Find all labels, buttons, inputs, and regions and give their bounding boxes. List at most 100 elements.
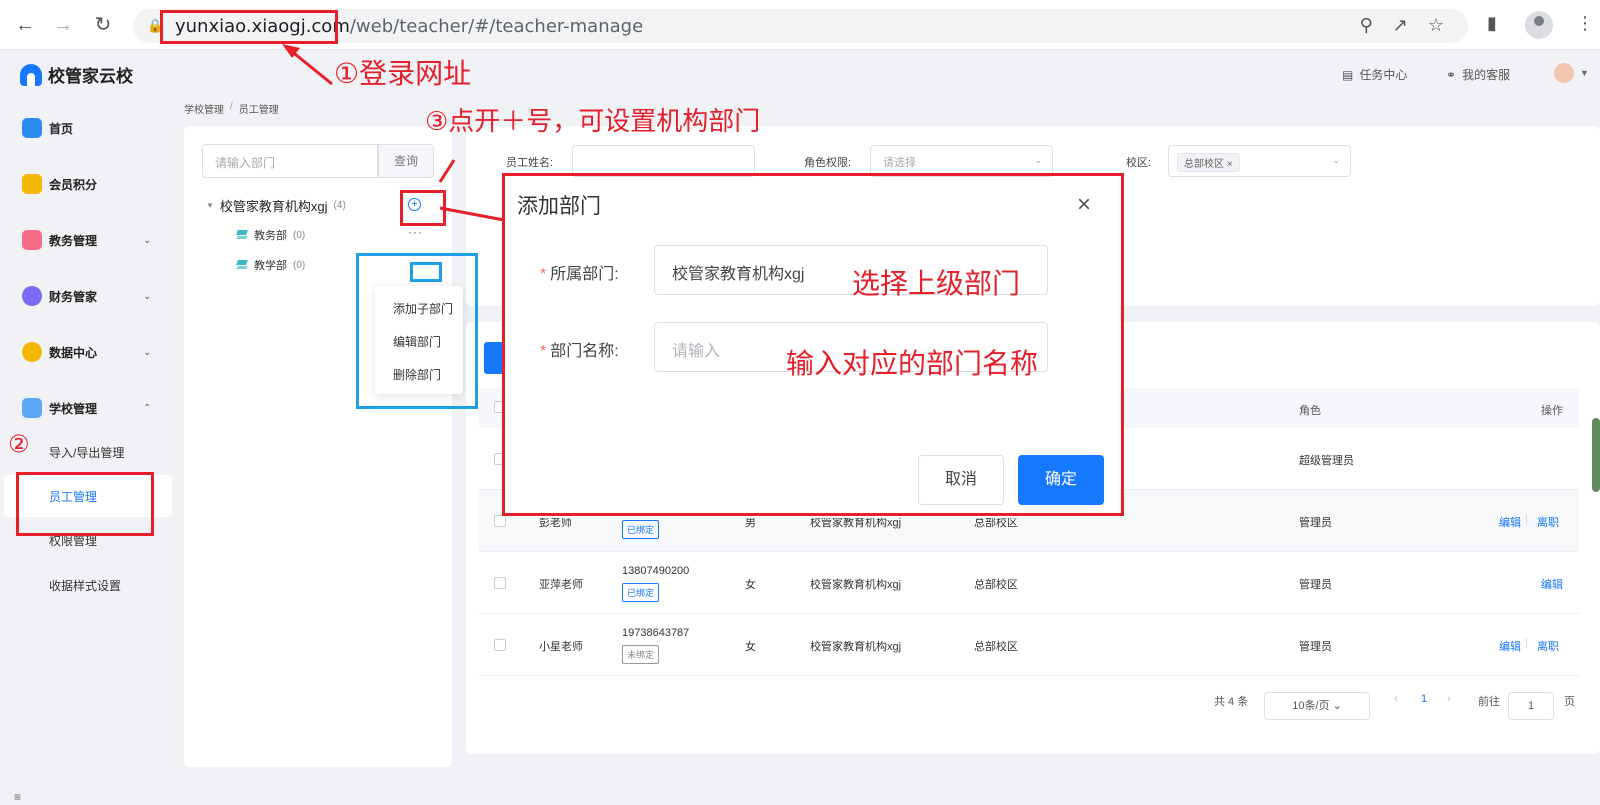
more-horizontal-icon[interactable]: ··· xyxy=(408,225,423,239)
cell-org: 校管家教育机构xgj xyxy=(810,579,902,591)
chevron-down-icon: ⌄ xyxy=(143,234,152,246)
sidebar-item-finance[interactable]: 财务管家 ⌄ xyxy=(0,276,175,316)
link-separator: | xyxy=(1525,638,1528,649)
page-number-current[interactable]: 1 xyxy=(1421,693,1427,705)
sidebar-item-school[interactable]: 学校管理 ⌃ xyxy=(0,388,175,428)
sidepanel-icon[interactable]: ▮ xyxy=(1487,13,1497,34)
sidebar-item-points[interactable]: 会员积分 xyxy=(0,164,175,204)
resign-link[interactable]: 离职 xyxy=(1537,638,1559,654)
sidebar-sub-label: 导入/导出管理 xyxy=(49,445,125,460)
pie-chart-icon xyxy=(22,342,42,362)
tree-root-count: (4) xyxy=(333,200,346,211)
menu-collapse-icon[interactable]: ≡ xyxy=(14,790,21,804)
share-icon[interactable]: ↗ xyxy=(1393,15,1408,36)
edit-link[interactable]: 编辑 xyxy=(1541,576,1563,592)
app-header: 校管家云校 ▤ 任务中心 ⚭ 我的客服 ▼ xyxy=(0,50,1600,98)
chevron-down-icon: ⌄ xyxy=(143,346,152,358)
edit-link[interactable]: 编辑 xyxy=(1499,514,1521,530)
wallet-icon xyxy=(22,286,42,306)
profile-avatar[interactable] xyxy=(1525,11,1553,39)
bind-status-badge: 已绑定 xyxy=(622,583,660,602)
annotation-step1: ①登录网址 xyxy=(334,58,472,89)
pager-total: 共 4 条 xyxy=(1214,696,1249,708)
campus-tag[interactable]: 总部校区 × xyxy=(1177,153,1240,172)
caret-down-icon[interactable]: ▼ xyxy=(206,201,214,210)
tree-node[interactable]: 教务部 (0) xyxy=(236,227,305,243)
campus-label: 校区: xyxy=(1126,157,1152,169)
sidebar-item-academic[interactable]: 教务管理 ⌄ xyxy=(0,220,175,260)
prev-page-icon[interactable]: ‹ xyxy=(1394,693,1398,705)
annotation-staff-box xyxy=(16,472,154,536)
sidebar-sub-receipt[interactable]: 收据样式设置 xyxy=(0,564,172,606)
scrollbar-thumb[interactable] xyxy=(1592,418,1600,492)
page-size-value: 10条/页 xyxy=(1292,700,1330,712)
annotation-step2: ② xyxy=(8,431,30,458)
chevron-down-icon: ⌄ xyxy=(1332,155,1340,165)
tree-root-label: 校管家教育机构xgj xyxy=(219,199,328,214)
campus-select[interactable]: 总部校区 × ⌄ xyxy=(1168,145,1351,177)
bind-status-badge: 已绑定 xyxy=(622,520,660,539)
resign-link[interactable]: 离职 xyxy=(1537,514,1559,530)
tree-node-count: (0) xyxy=(293,229,306,241)
zoom-icon[interactable]: ⚲ xyxy=(1360,15,1373,36)
sidebar-item-home[interactable]: 首页 xyxy=(0,108,175,148)
cell-role: 管理员 xyxy=(1299,579,1332,591)
more-vert-icon[interactable]: ⋮ xyxy=(1576,13,1594,34)
school-icon xyxy=(22,398,42,418)
page-size-select[interactable]: 10条/页 ⌄ xyxy=(1264,692,1370,720)
cell-gender: 女 xyxy=(745,641,756,653)
row-checkbox[interactable] xyxy=(494,577,506,589)
chevron-down-icon: ⌄ xyxy=(1332,700,1342,712)
chevron-down-icon: ⌄ xyxy=(1034,155,1042,165)
cell-campus: 总部校区 xyxy=(974,641,1018,653)
sidebar-item-label: 首页 xyxy=(49,121,74,136)
tree-node-count: (0) xyxy=(293,259,306,271)
goto-label: 前往 xyxy=(1478,696,1500,708)
star-icon[interactable]: ☆ xyxy=(1428,15,1444,36)
role-select-placeholder: 请选择 xyxy=(883,157,916,169)
breadcrumb: 学校管理 / 员工管理 xyxy=(184,101,279,116)
tree-root-node[interactable]: ▼ 校管家教育机构xgj (4) xyxy=(206,196,346,215)
department-search-button[interactable]: 查询 xyxy=(378,144,434,178)
url-path: /web/teacher/#/teacher-manage xyxy=(349,16,644,37)
breadcrumb-item: 员工管理 xyxy=(238,105,279,116)
forward-arrow-icon[interactable]: → xyxy=(50,12,76,38)
tree-node[interactable]: 教学部 (0) xyxy=(236,257,305,273)
sidebar-item-label: 会员积分 xyxy=(49,177,98,192)
task-list-icon: ▤ xyxy=(1342,67,1354,82)
reload-icon[interactable]: ↻ xyxy=(90,12,116,38)
task-center-label: 任务中心 xyxy=(1359,68,1408,82)
cell-role: 管理员 xyxy=(1299,641,1332,653)
logo-mark-icon xyxy=(20,63,42,86)
cell-campus: 总部校区 xyxy=(974,579,1018,591)
user-avatar[interactable] xyxy=(1554,63,1574,83)
sidebar-item-label: 财务管家 xyxy=(49,289,98,304)
customer-service-label: 我的客服 xyxy=(1462,68,1511,82)
back-arrow-icon[interactable]: ← xyxy=(12,12,38,38)
next-page-icon[interactable]: › xyxy=(1447,693,1451,705)
chevron-down-icon[interactable]: ▼ xyxy=(1580,68,1589,78)
department-search-input[interactable]: 请输入部门 xyxy=(202,144,378,178)
annotation-step3: ③点开＋号，可设置机构部门 xyxy=(425,106,761,136)
tree-node-label: 教务部 xyxy=(254,230,287,242)
cell-role: 超级管理员 xyxy=(1299,455,1354,467)
customer-service-link[interactable]: ⚭ 我的客服 xyxy=(1446,66,1510,83)
row-checkbox[interactable] xyxy=(494,639,506,651)
role-label: 角色权限: xyxy=(804,157,852,169)
staff-name-label: 员工姓名: xyxy=(506,157,554,169)
campus-tag-label: 总部校区 xyxy=(1184,159,1224,170)
edit-link[interactable]: 编辑 xyxy=(1499,638,1521,654)
task-center-link[interactable]: ▤ 任务中心 xyxy=(1342,66,1407,83)
chevron-down-icon: ⌄ xyxy=(143,290,152,302)
sidebar-item-label: 数据中心 xyxy=(49,345,98,360)
cell-org: 校管家教育机构xgj xyxy=(810,641,902,653)
breadcrumb-item[interactable]: 学校管理 xyxy=(184,101,224,116)
logo[interactable]: 校管家云校 xyxy=(20,62,133,87)
annotation-dots-box xyxy=(410,262,442,282)
cell-phone: 19738643787 xyxy=(622,627,690,639)
goto-page-input[interactable]: 1 xyxy=(1508,692,1554,720)
close-icon[interactable]: × xyxy=(1227,159,1233,170)
headset-icon: ⚭ xyxy=(1446,67,1457,82)
annotation-hint-name: 输入对应的部门名称 xyxy=(786,348,1039,379)
sidebar-item-data[interactable]: 数据中心 ⌄ xyxy=(0,332,175,372)
